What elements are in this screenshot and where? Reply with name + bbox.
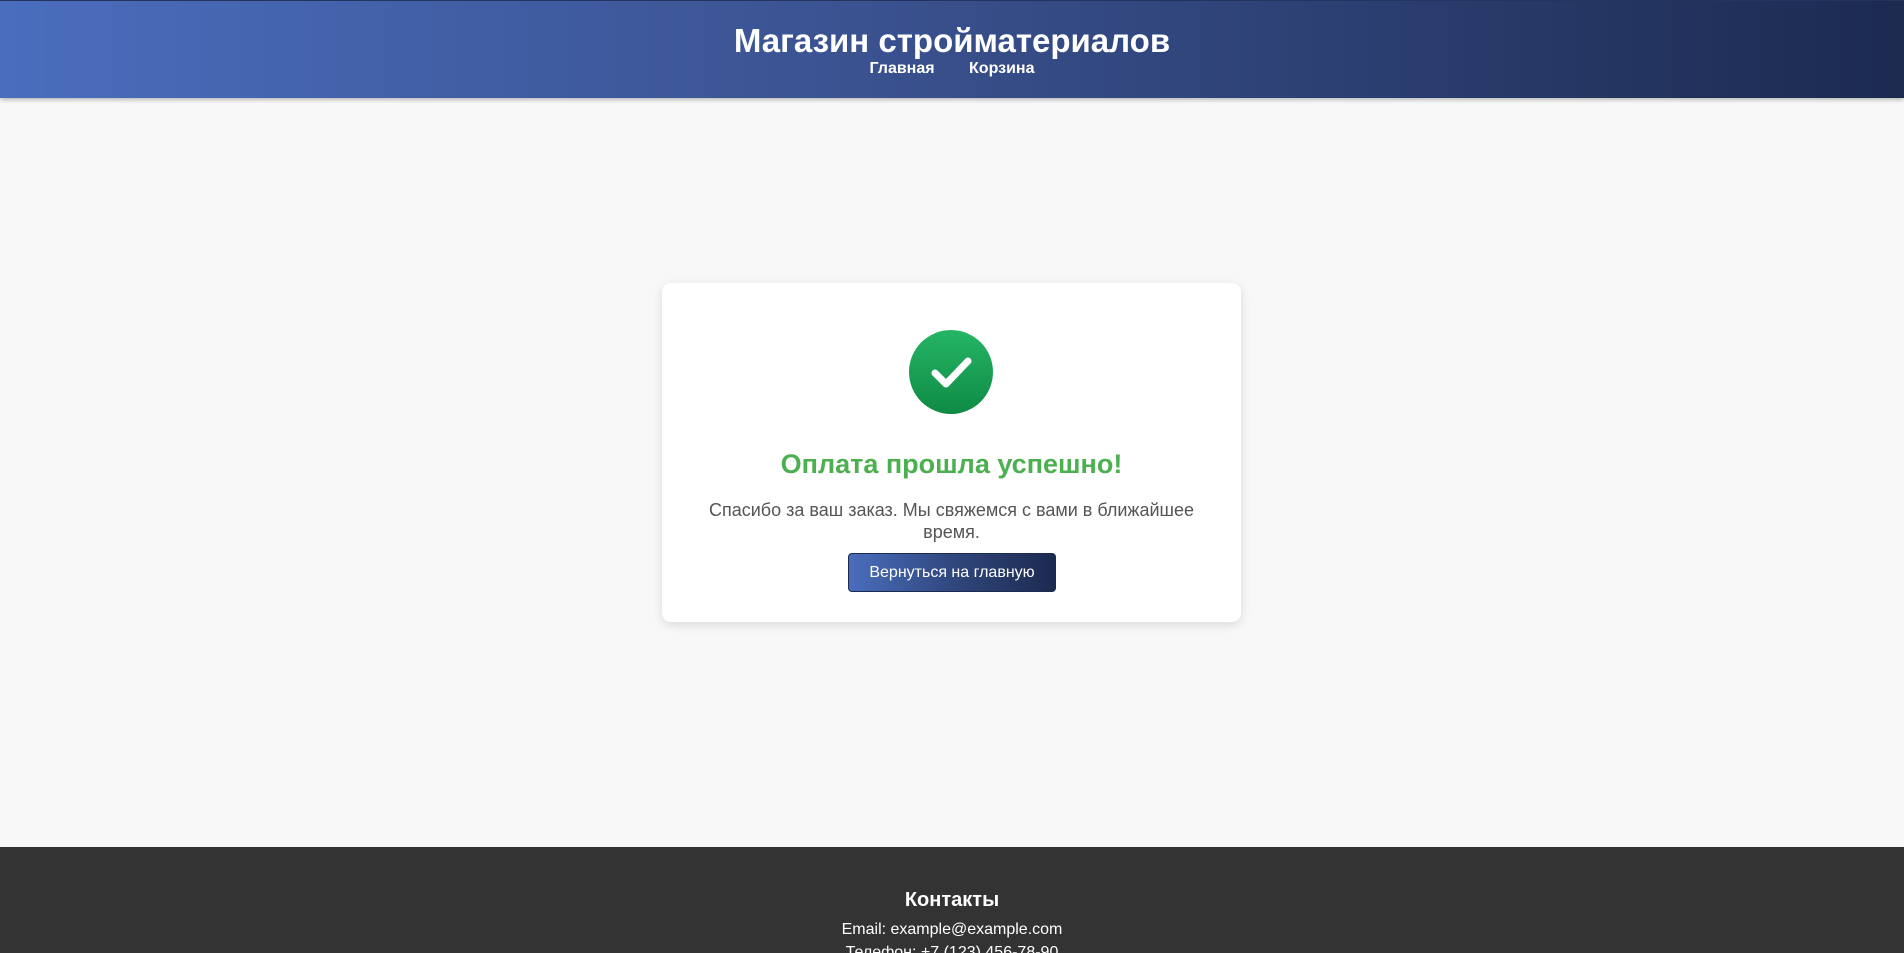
contact-email: Email: example@example.com: [841, 921, 1063, 938]
success-message: Спасибо за ваш заказ. Мы свяжемся с вами…: [708, 500, 1194, 542]
nav-link-home[interactable]: Главная: [870, 60, 935, 77]
main-nav: Главная Корзина: [0, 59, 1904, 79]
site-footer: Контакты Email: example@example.com Теле…: [0, 847, 1904, 953]
contacts-title: Контакты: [904, 889, 1000, 911]
nav-link-cart[interactable]: Корзина: [969, 60, 1034, 77]
back-to-home-button[interactable]: Вернуться на главную: [848, 553, 1056, 592]
site-header: Магазин стройматериалов Главная Корзина: [0, 0, 1904, 98]
contact-phone: Телефон: +7 (123) 456-78-90: [845, 944, 1059, 953]
payment-success-card: Оплата прошла успешно! Спасибо за ваш за…: [662, 283, 1241, 622]
check-circle-icon: [909, 330, 993, 414]
success-title: Оплата прошла успешно!: [780, 449, 1123, 479]
site-title: Магазин стройматериалов: [733, 22, 1171, 59]
